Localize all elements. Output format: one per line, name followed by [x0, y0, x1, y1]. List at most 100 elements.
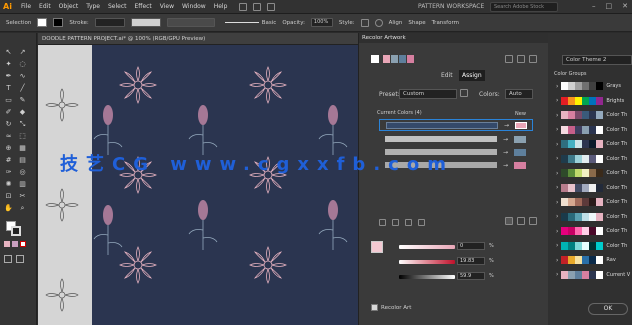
color-mode-icon[interactable] [4, 241, 10, 247]
expand-arrow-icon[interactable]: › [556, 257, 558, 264]
menu-help[interactable]: Help [214, 3, 228, 10]
find-color-icon[interactable] [529, 217, 537, 225]
none-mode-icon[interactable] [20, 241, 26, 247]
direct-select-tool-icon[interactable]: ↗ [17, 47, 28, 57]
stroke-color-icon[interactable] [11, 226, 21, 236]
artboard-icon[interactable]: ⊡ [3, 191, 14, 201]
expand-arrow-icon[interactable]: › [556, 97, 558, 104]
document-tab[interactable]: DOODLE PATTERN PROJECT.ai* @ 100% (RGB/G… [38, 33, 358, 45]
color-group-row[interactable]: › Color Th [556, 168, 627, 178]
colors-select[interactable]: Auto [505, 89, 533, 99]
color-group-row[interactable]: › Current V [556, 270, 630, 280]
blend-icon[interactable]: ◎ [17, 167, 28, 177]
new-color-swatch[interactable] [515, 121, 528, 129]
tab-assign[interactable]: Assign [459, 70, 485, 81]
rotate-icon[interactable]: ↻ [3, 119, 14, 129]
color-row[interactable]: → [385, 134, 533, 144]
align-label[interactable]: Align [389, 20, 403, 26]
type-tool-icon[interactable]: T [3, 83, 14, 93]
screen-mode-icon[interactable] [16, 255, 24, 263]
selected-color-swatch[interactable] [371, 241, 383, 253]
expand-arrow-icon[interactable]: › [556, 83, 558, 90]
fill-swatch[interactable] [37, 18, 48, 27]
color-group-row[interactable]: › Color Th [556, 241, 627, 251]
ok-button[interactable]: OK [588, 303, 628, 315]
expand-arrow-icon[interactable]: › [556, 271, 558, 278]
brush-definition[interactable] [166, 18, 215, 27]
mesh-icon[interactable]: # [3, 155, 14, 165]
pen-tool-icon[interactable]: ✒ [3, 71, 14, 81]
recolor-icon[interactable] [360, 18, 369, 27]
original-color-icon[interactable] [371, 55, 379, 63]
arrange-icon[interactable] [239, 2, 248, 11]
close-icon[interactable]: ✕ [622, 2, 628, 10]
expand-arrow-icon[interactable]: › [556, 126, 558, 133]
menu-edit[interactable]: Edit [39, 3, 51, 10]
shape-label[interactable]: Shape [408, 20, 425, 26]
save-group-icon[interactable] [505, 55, 513, 63]
exclude-colors-icon[interactable] [405, 219, 412, 226]
eraser-icon[interactable]: ◆ [17, 107, 28, 117]
grid-icon[interactable] [267, 2, 276, 11]
expand-arrow-icon[interactable]: › [556, 155, 558, 162]
shape-builder-icon[interactable]: ⊕ [3, 143, 14, 153]
menu-file[interactable]: File [21, 3, 31, 10]
lasso-icon[interactable]: ◌ [17, 59, 28, 69]
brush-icon[interactable] [253, 2, 262, 11]
menu-effect[interactable]: Effect [135, 3, 152, 10]
transform-label[interactable]: Transform [432, 20, 459, 26]
menu-type[interactable]: Type [86, 3, 100, 10]
free-transform-icon[interactable]: ⬚ [17, 131, 28, 141]
scale-icon[interactable]: ⤡ [17, 119, 28, 129]
color-row-selected[interactable]: → [379, 119, 533, 131]
menu-view[interactable]: View [160, 3, 174, 10]
rectangle-tool-icon[interactable]: ▭ [3, 95, 14, 105]
globe-icon[interactable] [374, 18, 383, 27]
expand-arrow-icon[interactable]: › [556, 112, 558, 119]
perspective-icon[interactable]: ▦ [17, 143, 28, 153]
workspace-switcher[interactable]: PATTERN WORKSPACE [418, 3, 484, 10]
expand-arrow-icon[interactable]: › [556, 170, 558, 177]
hue-slider[interactable] [399, 245, 455, 249]
minimize-icon[interactable]: – [592, 2, 596, 10]
expand-arrow-icon[interactable]: › [556, 242, 558, 249]
tab-edit[interactable]: Edit [441, 72, 453, 79]
slider-value-3[interactable]: 59.9 [457, 272, 485, 280]
symbol-sprayer-icon[interactable]: ✺ [3, 179, 14, 189]
color-group-row[interactable]: › Color Th [556, 226, 627, 236]
stroke-swatch[interactable] [53, 18, 64, 27]
magic-wand-icon[interactable]: ✦ [3, 59, 14, 69]
delete-group-icon[interactable] [529, 55, 537, 63]
warp-icon[interactable]: ≈ [3, 131, 14, 141]
randomize-order-icon[interactable] [505, 217, 513, 225]
opacity-field[interactable]: 100% [310, 18, 333, 27]
slice-icon[interactable]: ✂ [17, 191, 28, 201]
color-group-row[interactable]: › Color Th [556, 139, 627, 149]
artboard-canvas[interactable] [38, 45, 358, 325]
eyedropper-icon[interactable]: ✑ [3, 167, 14, 177]
gradient-mode-icon[interactable] [12, 241, 18, 247]
randomize-saturation-icon[interactable] [517, 217, 525, 225]
expand-arrow-icon[interactable]: › [556, 199, 558, 206]
color-group-row[interactable]: › Grays [556, 81, 621, 91]
stock-search-input[interactable]: Search Adobe Stock [490, 2, 558, 12]
expand-arrow-icon[interactable]: › [556, 228, 558, 235]
paintbrush-icon[interactable]: ✎ [17, 95, 28, 105]
expand-arrow-icon[interactable]: › [556, 184, 558, 191]
line-tool-icon[interactable]: ╱ [17, 83, 28, 93]
saturation-slider[interactable] [399, 260, 455, 264]
color-group-row[interactable]: › Color Th [556, 125, 627, 135]
zoom-icon[interactable]: ⌕ [17, 203, 28, 213]
recolor-art-checkbox[interactable] [371, 304, 378, 311]
color-group-row[interactable]: › Color Th [556, 197, 627, 207]
menu-select[interactable]: Select [108, 3, 127, 10]
color-group-row[interactable]: › Color Th [556, 212, 627, 222]
expand-arrow-icon[interactable]: › [556, 141, 558, 148]
selection-tool-icon[interactable]: ↖ [3, 47, 14, 57]
hand-icon[interactable]: ✋ [3, 203, 14, 213]
preset-options-icon[interactable] [460, 89, 468, 97]
color-group-row[interactable]: › Rav [556, 255, 616, 265]
menu-window[interactable]: Window [182, 3, 206, 10]
color-group-row[interactable]: › Color Th [556, 110, 627, 120]
slider-value-2[interactable]: 19.83 [457, 257, 485, 265]
